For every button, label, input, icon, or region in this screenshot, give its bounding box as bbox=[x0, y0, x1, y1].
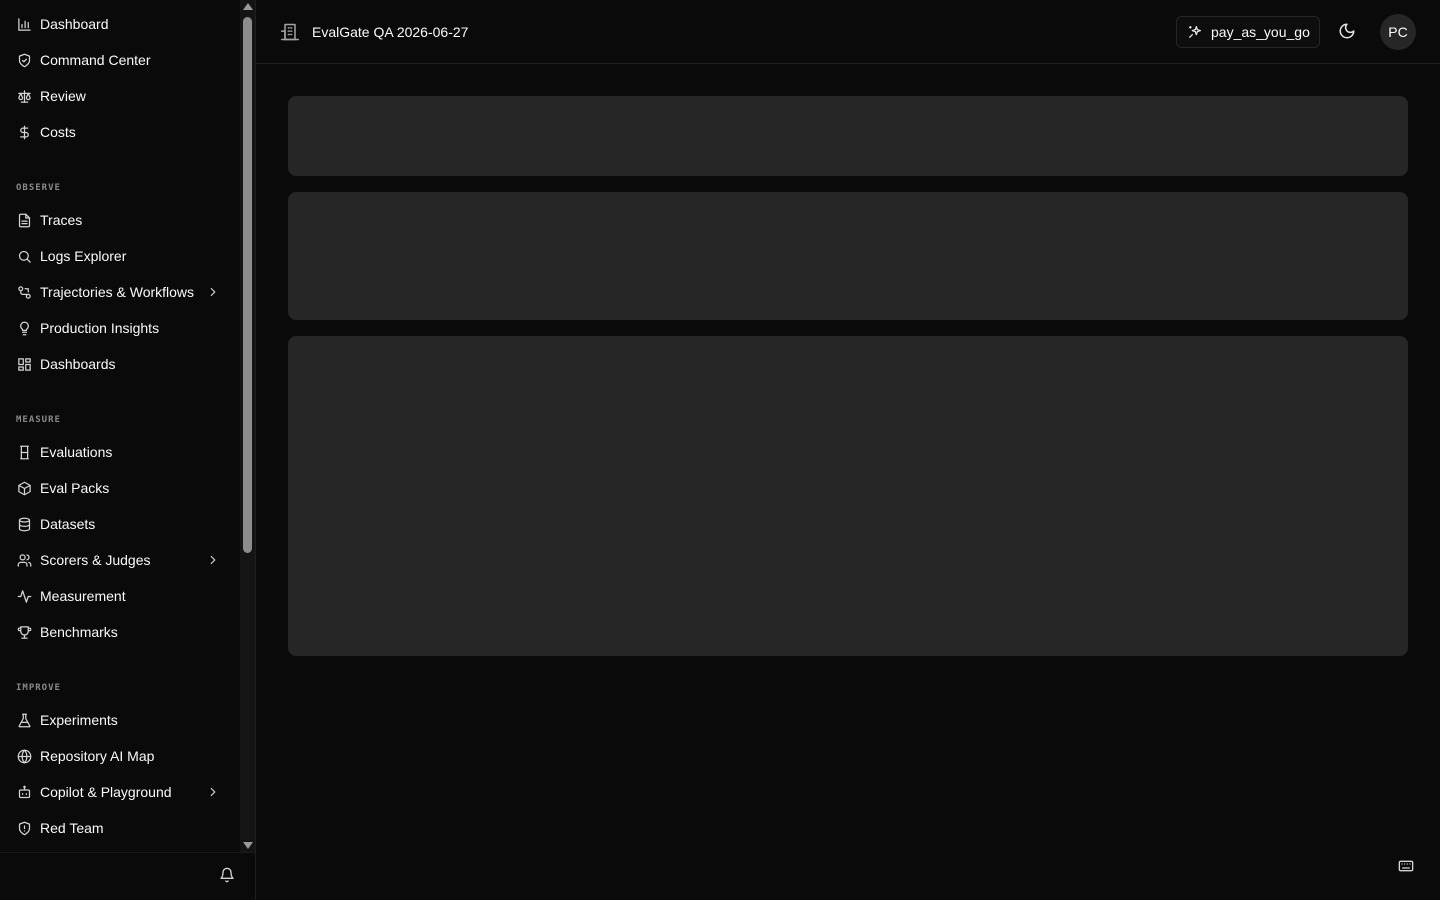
sidebar-item-label: Logs Explorer bbox=[40, 248, 127, 264]
skeleton-card bbox=[288, 336, 1408, 656]
chevron-right-icon bbox=[206, 785, 220, 799]
org-title[interactable]: EvalGate QA 2026-06-27 bbox=[312, 24, 468, 40]
sidebar-nav: Dashboard Command Center Review Costs OB… bbox=[0, 0, 240, 852]
building-icon bbox=[280, 22, 300, 42]
sidebar-item-label: Trajectories & Workflows bbox=[40, 284, 195, 300]
shield-icon bbox=[16, 820, 32, 836]
plan-label: pay_as_you_go bbox=[1211, 24, 1310, 40]
scroll-down-arrow-icon[interactable] bbox=[243, 842, 253, 849]
sidebar-item-label: Eval Packs bbox=[40, 480, 110, 496]
file-text-icon bbox=[16, 212, 32, 228]
sidebar-item-label: Measurement bbox=[40, 588, 126, 604]
sidebar-item-dashboards[interactable]: Dashboards bbox=[8, 348, 232, 380]
sidebar-item-measurement[interactable]: Measurement bbox=[8, 580, 232, 612]
sidebar-item-command-center[interactable]: Command Center bbox=[8, 44, 232, 76]
shield-check-icon bbox=[16, 52, 32, 68]
moon-icon[interactable] bbox=[1338, 22, 1358, 42]
sidebar-item-copilot-playground[interactable]: Copilot & Playground bbox=[8, 776, 232, 808]
sidebar-item-label: Command Center bbox=[40, 52, 151, 68]
sidebar-item-label: Review bbox=[40, 88, 86, 104]
sidebar-item-label: Experiments bbox=[40, 712, 118, 728]
workflow-icon bbox=[16, 284, 32, 300]
sidebar-item-scorers-judges[interactable]: Scorers & Judges bbox=[8, 544, 232, 576]
layout-grid-icon bbox=[16, 356, 32, 372]
scroll-up-arrow-icon[interactable] bbox=[243, 3, 253, 10]
sidebar-item-label: Benchmarks bbox=[40, 624, 118, 640]
sidebar-item-label: Scorers & Judges bbox=[40, 552, 151, 568]
sidebar-scrollbar[interactable] bbox=[240, 0, 255, 852]
chevron-right-icon bbox=[206, 553, 220, 567]
globe-icon bbox=[16, 748, 32, 764]
sidebar-item-datasets[interactable]: Datasets bbox=[8, 508, 232, 540]
chevron-right-icon bbox=[206, 285, 220, 299]
section-label-observe: OBSERVE bbox=[16, 183, 61, 193]
sidebar-footer bbox=[0, 852, 255, 900]
users-icon bbox=[16, 552, 32, 568]
sidebar-item-label: Evaluations bbox=[40, 444, 113, 460]
scrollbar-thumb[interactable] bbox=[243, 17, 252, 553]
hourglass-icon bbox=[16, 444, 32, 460]
bell-icon[interactable] bbox=[219, 867, 235, 883]
sidebar-item-costs[interactable]: Costs bbox=[8, 116, 232, 148]
sidebar-item-label: Dashboards bbox=[40, 356, 116, 372]
sidebar-item-repository-ai-map[interactable]: Repository AI Map bbox=[8, 740, 232, 772]
avatar[interactable]: PC bbox=[1380, 14, 1416, 50]
sidebar-item-label: Traces bbox=[40, 212, 83, 228]
sidebar-item-label: Datasets bbox=[40, 516, 96, 532]
top-header: EvalGate QA 2026-06-27 pay_as_you_go PC bbox=[256, 0, 1440, 64]
sidebar-item-label: Production Insights bbox=[40, 320, 160, 336]
skeleton-card bbox=[288, 96, 1408, 176]
lightbulb-icon bbox=[16, 320, 32, 336]
sidebar-item-label: Costs bbox=[40, 124, 76, 140]
trophy-icon bbox=[16, 624, 32, 640]
sparkles-icon bbox=[1187, 24, 1203, 40]
sidebar-item-label: Red Team bbox=[40, 820, 104, 836]
scale-icon bbox=[16, 88, 32, 104]
activity-icon bbox=[16, 588, 32, 604]
sidebar-item-label: Dashboard bbox=[40, 16, 109, 32]
search-icon bbox=[16, 248, 32, 264]
sidebar-item-evaluations[interactable]: Evaluations bbox=[8, 436, 232, 468]
section-label-measure: MEASURE bbox=[16, 415, 61, 425]
sidebar-item-traces[interactable]: Traces bbox=[8, 204, 232, 236]
sidebar-item-dashboard[interactable]: Dashboard bbox=[8, 8, 232, 40]
sidebar-item-label: Copilot & Playground bbox=[40, 784, 172, 800]
bot-icon bbox=[16, 784, 32, 800]
plan-button[interactable]: pay_as_you_go bbox=[1176, 16, 1320, 48]
sidebar-item-review[interactable]: Review bbox=[8, 80, 232, 112]
sidebar-item-production-insights[interactable]: Production Insights bbox=[8, 312, 232, 344]
section-label-improve: IMPROVE bbox=[16, 683, 61, 693]
sidebar-item-trajectories-workflows[interactable]: Trajectories & Workflows bbox=[8, 276, 232, 308]
sidebar-item-label: Repository AI Map bbox=[40, 748, 155, 764]
skeleton-card bbox=[288, 192, 1408, 320]
flask-icon bbox=[16, 712, 32, 728]
sidebar-item-red-team[interactable]: Red Team bbox=[8, 812, 232, 844]
dollar-icon bbox=[16, 124, 32, 140]
bar-chart-icon bbox=[16, 16, 32, 32]
sidebar: Dashboard Command Center Review Costs OB… bbox=[0, 0, 256, 900]
database-icon bbox=[16, 516, 32, 532]
sidebar-item-eval-packs[interactable]: Eval Packs bbox=[8, 472, 232, 504]
sidebar-item-logs-explorer[interactable]: Logs Explorer bbox=[8, 240, 232, 272]
sidebar-item-experiments[interactable]: Experiments bbox=[8, 704, 232, 736]
package-icon bbox=[16, 480, 32, 496]
sidebar-item-benchmarks[interactable]: Benchmarks bbox=[8, 616, 232, 648]
keyboard-icon[interactable] bbox=[1397, 858, 1415, 874]
